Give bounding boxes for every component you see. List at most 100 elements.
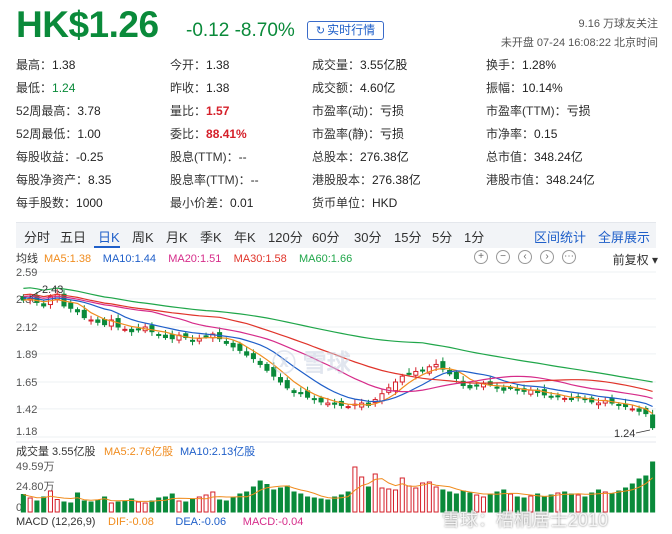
stat-item: 港股股本：276.38亿 [312,171,421,188]
price-change: -0.12 -8.70% [186,20,295,41]
stat-item: 市盈率(动)：亏损 [312,102,404,119]
stat-value: HKD [372,196,398,210]
volume-bar [142,502,148,513]
tab-9[interactable]: 30分 [354,227,381,246]
candle-body [196,338,202,342]
volume-bar [616,490,622,513]
volume-bar [149,500,155,513]
candle-body [237,343,243,351]
market-status: 未开盘 07-24 16:08:22 北京时间 [500,37,658,49]
watermark-text: 雪球 [302,350,351,377]
stat-value: 1.38 [52,58,76,72]
stat-item: 市盈率(TTM)：亏损 [486,102,591,119]
candle-body [392,381,399,392]
volume-bar [629,483,635,513]
stat-label: 总市值： [486,150,535,164]
stat-label: 量比： [170,104,207,118]
stat-label: 市盈率(静)： [312,127,380,141]
stat-label: 股息率(TTM)： [170,173,251,187]
volume-bar [379,487,385,513]
volume-bar [169,493,175,513]
stat-item: 港股市值：348.24亿 [486,171,595,188]
stat-value: 276.38亿 [372,173,421,187]
stat-item: 最高：1.38 [16,56,75,73]
volume-bar [650,461,656,513]
current-price: HK$1.26 [16,4,159,45]
volume-bar [250,486,256,513]
stat-label: 成交额： [312,81,361,95]
candle-body [298,392,304,395]
tab-5[interactable]: 季K [200,227,222,246]
stat-item: 每股净资产：8.35 [16,171,111,188]
volume-bar [203,494,209,513]
volume-bar [196,496,202,513]
tab-0[interactable]: 分时 [24,227,50,246]
stat-label: 货币单位： [312,196,373,210]
stat-value: 1.00 [77,127,101,141]
period-tabs: 分时 五日 日K 周K 月K 季K 年K 120分 60分 30分 15分 5分 1分 区间统计 全屏展示 [16,222,656,248]
tab-3[interactable]: 周K [132,227,154,246]
stat-value: -0.25 [76,150,104,164]
realtime-quote-button[interactable]: ↻ 实时行情 [307,21,384,40]
candle-body [230,342,236,348]
tab-7[interactable]: 120分 [268,227,303,246]
volume-bar [318,498,324,513]
tab-1[interactable]: 五日 [60,227,86,246]
volume-bar [636,478,642,513]
candle-body [284,380,290,389]
stat-label: 总股本： [312,150,361,164]
volume-bar [54,499,60,513]
fullscreen-link[interactable]: 全屏展示 [598,227,650,246]
volume-bar [183,501,189,513]
stat-value: 276.38亿 [360,150,409,164]
tab-11[interactable]: 5分 [432,227,452,246]
stat-value: 1.28% [522,58,557,72]
volume-bar [257,480,263,513]
volume-bar [230,496,236,513]
candle-body [616,403,622,406]
candle-body [135,328,141,331]
volume-bar [81,500,87,513]
candle-body [129,328,135,333]
candle-body [494,386,500,389]
macd-legend-item: DEA:-0.06 [175,516,226,528]
stat-label: 港股股本： [312,173,373,187]
candle-body [169,334,175,340]
stat-value: 3.55亿股 [360,58,408,72]
volume-bar [176,500,182,513]
tab-2[interactable]: 日K [98,227,120,246]
tab-4[interactable]: 月K [166,227,188,246]
realtime-quote-label: 实时行情 [327,23,376,37]
ma-legend-item: MA30:1.58 [234,253,287,265]
stat-item: 市净率：0.15 [486,125,557,142]
stat-value: 亏损 [566,104,591,118]
candle-body [325,402,331,406]
candle-body [636,408,642,412]
ma-legend-item: MA10:1.44 [103,253,156,265]
kline-chart[interactable]: 均线 MA5:1.38 MA10:1.44 MA20:1.51 MA30:1.58 MA6… [0,250,672,534]
stat-item: 52周最低：1.00 [16,125,101,142]
volume-bar [413,487,419,513]
stat-label: 最高： [16,58,53,72]
stat-item: 市盈率(静)：亏损 [312,125,404,142]
tab-8[interactable]: 60分 [312,227,339,246]
range-stats-link[interactable]: 区间统计 [534,227,586,246]
stat-value: 1.38 [206,81,230,95]
candle-body [162,334,168,339]
candle-body [264,363,270,371]
candle-body [562,397,568,400]
volume-bar [291,491,297,513]
volume-legend-item: MA5:2.76亿股 [104,445,173,458]
stat-value: -- [238,150,247,164]
tab-6[interactable]: 年K [234,227,256,246]
stat-label: 港股市值： [486,173,547,187]
stat-item: 今开：1.38 [170,56,229,73]
price-tick: 1.42 [16,404,37,416]
stat-label: 最低： [16,81,53,95]
tab-12[interactable]: 1分 [464,227,484,246]
tab-10[interactable]: 15分 [394,227,421,246]
stat-value: 1.38 [206,58,230,72]
stat-value: 亏损 [380,104,405,118]
candle-body [81,309,87,319]
high-annotation: 2.43 [42,284,63,296]
